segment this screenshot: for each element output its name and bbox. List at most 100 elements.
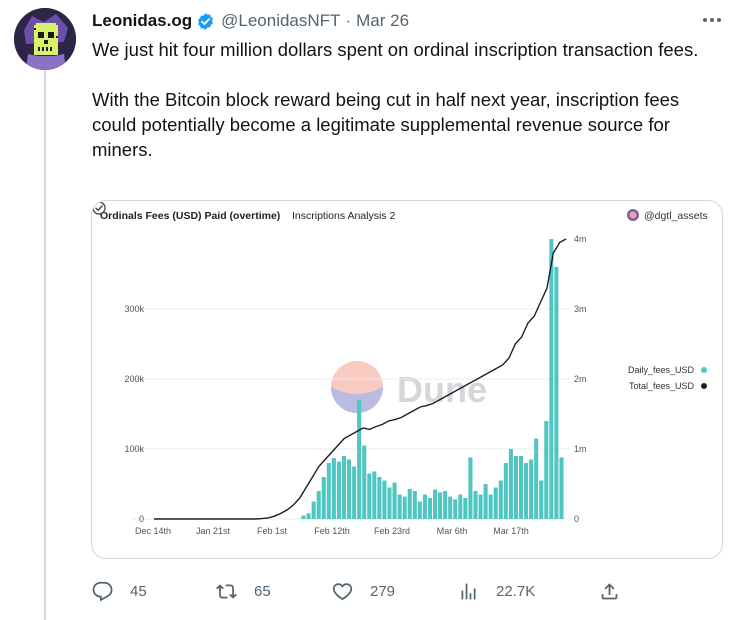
author-handle[interactable]: @LeonidasNFT — [221, 11, 340, 31]
left-y-tick-label: 0 — [139, 514, 144, 524]
x-tick-label: Feb 12th — [314, 526, 350, 536]
right-y-tick-label: 1m — [574, 444, 587, 454]
left-y-tick-label: 300k — [124, 304, 144, 314]
daily-fee-bar — [503, 463, 508, 519]
daily-fee-bar — [306, 513, 311, 519]
daily-fee-bar — [539, 480, 544, 519]
watermark-text: Dune — [397, 369, 487, 410]
daily-fee-bar — [488, 494, 493, 519]
retweet-icon — [216, 583, 237, 599]
heart-icon — [332, 582, 353, 600]
daily-fee-bar — [412, 491, 417, 519]
daily-fee-bar — [392, 482, 397, 519]
reply-button[interactable]: 45 — [92, 578, 147, 604]
daily-fee-bar — [473, 491, 478, 519]
chart-subtitle: Inscriptions Analysis 2 — [292, 210, 395, 222]
x-tick-label: Feb 1st — [257, 526, 288, 536]
check-circle-icon — [92, 201, 106, 215]
daily-fee-bar — [478, 494, 483, 519]
chart-legend: Daily_fees_USD Total_fees_USD — [628, 365, 707, 391]
chart-title: Ordinals Fees (USD) Paid (overtime) — [100, 210, 280, 222]
daily-fee-bar — [427, 498, 432, 519]
daily-fee-bar — [438, 492, 443, 519]
fees-chart: Ordinals Fees (USD) Paid (overtime) Insc… — [100, 209, 708, 536]
author-name[interactable]: Leonidas.og — [92, 11, 192, 31]
daily-fee-bar — [529, 459, 534, 519]
right-y-tick-label: 0 — [574, 514, 579, 524]
right-y-tick-label: 2m — [574, 374, 587, 384]
daily-fee-bar — [301, 515, 306, 519]
legend-label: Daily_fees_USD — [628, 365, 695, 375]
daily-fee-bar — [534, 438, 539, 519]
x-axis: Dec 14th Jan 21st Feb 1st Feb 12th Feb 23rd M… — [135, 526, 529, 536]
right-y-axis: 0 1m 2m 3m 4m — [574, 234, 587, 524]
daily-fee-bar — [422, 494, 427, 519]
left-y-tick-label: 200k — [124, 374, 144, 384]
daily-fee-bar — [362, 445, 367, 519]
retweet-button[interactable]: 65 — [216, 578, 271, 604]
daily-fee-bar — [513, 456, 518, 519]
daily-fee-bar — [524, 463, 529, 519]
daily-fee-bar — [559, 457, 564, 519]
tweet-text: We just hit four million dollars spent o… — [92, 37, 722, 162]
daily-fee-bar — [498, 480, 503, 519]
views-button[interactable]: 22.7K — [458, 578, 535, 604]
daily-fee-bar — [347, 459, 352, 519]
avatar[interactable] — [14, 8, 76, 70]
views-icon — [461, 583, 476, 599]
like-button[interactable]: 279 — [332, 578, 395, 604]
x-tick-label: Mar 6th — [437, 526, 468, 536]
daily-fee-bar — [336, 461, 341, 519]
credit-logo-icon — [627, 209, 639, 221]
x-tick-label: Dec 14th — [135, 526, 171, 536]
tweet-paragraph-1: We just hit four million dollars spent o… — [92, 39, 699, 60]
daily-fee-bar — [372, 471, 377, 519]
left-y-axis: 0 100k 200k 300k — [124, 304, 144, 524]
share-button[interactable] — [599, 578, 620, 604]
daily-fee-bar — [544, 421, 549, 519]
left-y-tick-label: 100k — [124, 444, 144, 454]
legend-swatch — [701, 383, 707, 389]
x-tick-label: Jan 21st — [196, 526, 231, 536]
daily-fee-bar — [402, 496, 407, 519]
daily-fee-bar — [321, 477, 326, 519]
legend-swatch — [701, 367, 707, 373]
right-y-tick-label: 3m — [574, 304, 587, 314]
daily-fee-bar — [417, 501, 422, 519]
daily-fee-bar — [443, 491, 448, 519]
retweet-count: 65 — [254, 582, 271, 600]
pixel-skull-avatar-image — [14, 8, 76, 70]
reply-icon — [92, 581, 113, 601]
daily-fee-bar — [407, 488, 412, 519]
media-card[interactable]: Ordinals Fees (USD) Paid (overtime) Insc… — [91, 200, 723, 559]
more-options-icon[interactable] — [700, 10, 724, 30]
tweet-actions: 45 65 279 22.7K — [92, 578, 722, 604]
daily-fee-bar — [326, 463, 331, 519]
right-y-tick-label: 4m — [574, 234, 587, 244]
daily-fee-bar — [549, 239, 554, 519]
daily-fee-bar — [433, 489, 438, 519]
chart-credit: @dgtl_assets — [644, 210, 708, 222]
legend-label: Total_fees_USD — [629, 381, 695, 391]
daily-fee-bar — [316, 491, 321, 519]
daily-fee-bar — [397, 494, 402, 519]
like-count: 279 — [370, 582, 396, 600]
daily-fee-bar — [382, 480, 387, 519]
tweet-header: Leonidas.og @LeonidasNFT · Mar 26 — [92, 10, 409, 32]
daily-fee-bar — [311, 501, 316, 519]
x-tick-label: Mar 17th — [493, 526, 529, 536]
daily-fee-bar — [468, 457, 473, 519]
tweet-paragraph-2: With the Bitcoin block reward being cut … — [92, 89, 680, 160]
daily-fee-bar — [463, 498, 468, 519]
share-icon — [601, 582, 618, 599]
daily-fee-bar — [331, 458, 336, 519]
x-tick-label: Feb 23rd — [374, 526, 410, 536]
daily-fee-bar — [341, 456, 347, 519]
daily-fee-bar — [367, 473, 372, 519]
thread-connector-line — [44, 68, 46, 620]
daily-fee-bar — [352, 466, 357, 519]
reply-count: 45 — [130, 582, 147, 600]
header-separator: · — [345, 11, 352, 30]
tweet-date[interactable]: Mar 26 — [356, 11, 409, 31]
daily-fee-bar — [377, 477, 382, 519]
